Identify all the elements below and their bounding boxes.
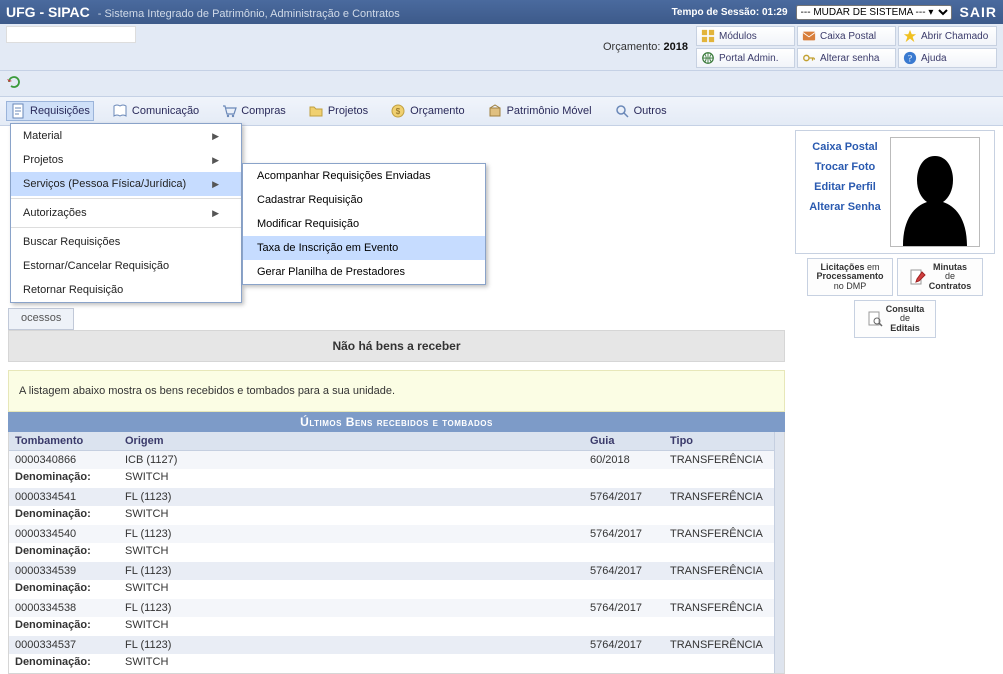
- submenu-servicos: Acompanhar Requisições Enviadas Cadastra…: [242, 163, 486, 285]
- table-row-denom: Denominação:SWITCH: [9, 543, 774, 562]
- shortcut-minutas[interactable]: MinutasdeContratos: [897, 258, 983, 296]
- header-bar: UFG - SIPAC - Sistema Integrado de Patri…: [0, 0, 1003, 24]
- dd-estornar[interactable]: Estornar/Cancelar Requisição: [11, 254, 241, 278]
- menu-comunicacao[interactable]: Comunicação: [108, 101, 203, 121]
- menu-patrimonio[interactable]: Patrimônio Móvel: [483, 101, 596, 121]
- table-row-denom: Denominação:SWITCH: [9, 654, 774, 673]
- magnifier-icon: [614, 103, 630, 119]
- chevron-right-icon: ▶: [212, 208, 219, 219]
- help-icon: ?: [903, 51, 917, 65]
- main-menu: Requisições Comunicação Compras Projetos…: [0, 97, 1003, 126]
- session-label: Tempo de Sessão:: [672, 7, 760, 18]
- mailbox-icon: [802, 29, 816, 43]
- dd-buscar[interactable]: Buscar Requisições: [11, 230, 241, 254]
- key-icon: [802, 51, 816, 65]
- folder-icon: [308, 103, 324, 119]
- contract-icon: [909, 268, 927, 286]
- side-caixa-postal[interactable]: Caixa Postal: [802, 137, 888, 157]
- menu-requisicoes[interactable]: Requisições: [6, 101, 94, 121]
- section-title: Últimos Bens recebidos e tombados: [8, 412, 785, 432]
- chevron-right-icon: ▶: [212, 155, 219, 166]
- session-time: 01:29: [762, 7, 788, 18]
- system-select[interactable]: --- MUDAR DE SISTEMA --- ▾: [796, 5, 952, 20]
- side-trocar-foto[interactable]: Trocar Foto: [802, 157, 888, 177]
- th-guia: Guia: [584, 432, 664, 451]
- alterar-senha-button[interactable]: Alterar senha: [797, 48, 896, 68]
- sm-gerar-planilha[interactable]: Gerar Planilha de Prestadores: [243, 260, 485, 284]
- dd-autorizacoes[interactable]: Autorizações▶: [11, 201, 241, 225]
- money-icon: $: [390, 103, 406, 119]
- user-name-slot: [6, 26, 136, 43]
- menu-orcamento[interactable]: $Orçamento: [386, 101, 468, 121]
- budget-indicator: Orçamento: 2018: [603, 41, 688, 53]
- side-editar-perfil[interactable]: Editar Perfil: [802, 177, 888, 197]
- dd-material[interactable]: Material▶: [11, 124, 241, 148]
- svg-text:?: ?: [908, 54, 912, 65]
- side-alterar-senha[interactable]: Alterar Senha: [802, 197, 888, 217]
- logout-link[interactable]: SAIR: [960, 4, 997, 20]
- abrir-chamado-button[interactable]: Abrir Chamado: [898, 26, 997, 46]
- avatar-silhouette-icon: [895, 146, 975, 246]
- menu-outros[interactable]: Outros: [610, 101, 671, 121]
- th-origem: Origem: [119, 432, 584, 451]
- portal-admin-button[interactable]: Portal Admin.: [696, 48, 795, 68]
- table-row[interactable]: 0000334541FL (1123)5764/2017TRANSFERÊNCI…: [9, 488, 774, 506]
- menu-projetos[interactable]: Projetos: [304, 101, 372, 121]
- app-title: UFG - SIPAC: [6, 4, 90, 20]
- modules-icon: [701, 29, 715, 43]
- shortcut-licitacoes[interactable]: Licitações emProcessamentono DMP: [807, 258, 893, 296]
- menu-compras[interactable]: Compras: [217, 101, 290, 121]
- cart-icon: [221, 103, 237, 119]
- star-icon: [903, 29, 917, 43]
- book-icon: [112, 103, 128, 119]
- globe-icon: [701, 51, 715, 65]
- chevron-right-icon: ▶: [212, 179, 219, 190]
- table-row-denom: Denominação:SWITCH: [9, 580, 774, 599]
- sm-modificar[interactable]: Modificar Requisição: [243, 212, 485, 236]
- user-bar: Orçamento: 2018 Módulos Caixa Postal Abr…: [0, 24, 1003, 71]
- th-tombamento: Tombamento: [9, 432, 119, 451]
- doc-icon: [10, 103, 26, 119]
- dd-servicos[interactable]: Serviços (Pessoa Física/Jurídica)▶: [11, 172, 241, 196]
- table-row[interactable]: 0000334537FL (1123)5764/2017TRANSFERÊNCI…: [9, 636, 774, 654]
- table-row[interactable]: 0000334539FL (1123)5764/2017TRANSFERÊNCI…: [9, 562, 774, 580]
- sm-cadastrar[interactable]: Cadastrar Requisição: [243, 188, 485, 212]
- caixa-postal-button[interactable]: Caixa Postal: [797, 26, 896, 46]
- th-tipo: Tipo: [664, 432, 774, 451]
- avatar: [890, 137, 980, 247]
- table-row[interactable]: 0000334540FL (1123)5764/2017TRANSFERÊNCI…: [9, 525, 774, 543]
- ajuda-button[interactable]: ?Ajuda: [898, 48, 997, 68]
- info-bar: A listagem abaixo mostra os bens recebid…: [8, 370, 785, 412]
- table-row[interactable]: 0000334538FL (1123)5764/2017TRANSFERÊNCI…: [9, 599, 774, 617]
- app-subtitle: - Sistema Integrado de Patrimônio, Admin…: [98, 8, 400, 20]
- chevron-right-icon: ▶: [212, 131, 219, 142]
- svg-text:$: $: [396, 107, 401, 116]
- sm-taxa[interactable]: Taxa de Inscrição em Evento: [243, 236, 485, 260]
- modulos-button[interactable]: Módulos: [696, 26, 795, 46]
- dd-projetos[interactable]: Projetos▶: [11, 148, 241, 172]
- profile-box: Caixa Postal Trocar Foto Editar Perfil A…: [795, 130, 995, 254]
- table-row[interactable]: 0000340866ICB (1127)60/2018TRANSFERÊNCIA: [9, 451, 774, 470]
- refresh-icon[interactable]: [6, 74, 22, 90]
- shortcut-editais[interactable]: ConsultadeEditais: [854, 300, 936, 338]
- refresh-bar: [0, 71, 1003, 97]
- dd-retornar[interactable]: Retornar Requisição: [11, 278, 241, 302]
- sm-acompanhar[interactable]: Acompanhar Requisições Enviadas: [243, 164, 485, 188]
- bens-table: Tombamento Origem Guia Tipo 0000340866IC…: [9, 432, 774, 673]
- scrollbar[interactable]: [774, 432, 784, 673]
- table-row-denom: Denominação:SWITCH: [9, 617, 774, 636]
- dropdown-requisicoes: Material▶ Projetos▶ Serviços (Pessoa Fís…: [10, 123, 242, 303]
- search-doc-icon: [866, 310, 884, 328]
- table-row-denom: Denominação:SWITCH: [9, 506, 774, 525]
- table-row-denom: Denominação:SWITCH: [9, 469, 774, 488]
- box-icon: [487, 103, 503, 119]
- panel-no-bens: Não há bens a receber: [8, 330, 785, 362]
- tab-processos[interactable]: ocessos: [8, 308, 74, 330]
